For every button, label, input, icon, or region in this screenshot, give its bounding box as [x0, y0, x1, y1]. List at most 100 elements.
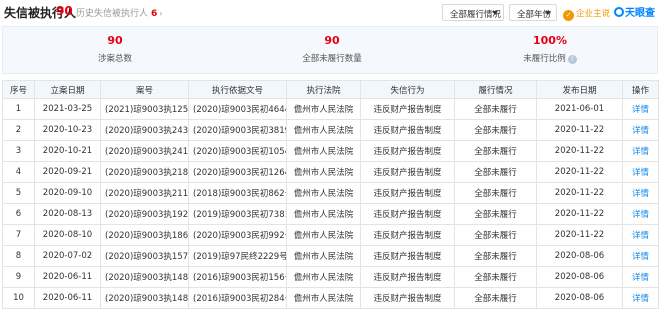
stat-unfulfilled-ratio: 100% 未履行比例? [475, 34, 625, 64]
table-row: 22020-10-23(2020)琼9003执2436号(2020)琼9003民… [2, 119, 659, 141]
cell-filing-date: 2020-08-10 [34, 224, 101, 246]
cell-publish-date: 2020-08-06 [536, 245, 623, 267]
enterprise-service-link[interactable]: ✓ 企业主说 [563, 4, 610, 21]
cell-publish-date: 2020-11-22 [536, 182, 623, 204]
cell-fulfillment: 全部未履行 [454, 98, 537, 120]
cell-dishonest-behavior: 违反财产报告制度 [360, 203, 455, 225]
cell-basis-document: (2020)琼9003民初1264号 [188, 161, 287, 183]
column-header-fulfillment: 履行情况 [454, 80, 537, 99]
stat-total-cases: 90 涉案总数 [40, 34, 190, 64]
cell-court: 儋州市人民法院 [286, 224, 361, 246]
help-icon[interactable]: ? [567, 55, 577, 64]
cell-court: 儋州市人民法院 [286, 161, 361, 183]
cell-filing-date: 2020-09-21 [34, 161, 101, 183]
cell-dishonest-behavior: 违反财产报告制度 [360, 182, 455, 204]
cell-dishonest-behavior: 违反财产报告制度 [360, 98, 455, 120]
cell-case-number: (2020)琼9003执1925号 [100, 203, 189, 225]
cell-court: 儋州市人民法院 [286, 140, 361, 162]
cell-dishonest-behavior: 违反财产报告制度 [360, 119, 455, 141]
cell-index: 2 [2, 119, 35, 141]
cell-court: 儋州市人民法院 [286, 203, 361, 225]
fulfillment-status-select[interactable]: 全部履行情况 [442, 4, 504, 21]
cell-dishonest-behavior: 违反财产报告制度 [360, 224, 455, 246]
cell-publish-date: 2020-11-22 [536, 203, 623, 225]
column-header-court: 执行法院 [286, 80, 361, 99]
detail-link[interactable]: 详情 [622, 98, 659, 120]
cell-basis-document: (2018)琼9003民初862号 [188, 182, 287, 204]
cell-fulfillment: 全部未履行 [454, 119, 537, 141]
cell-court: 儋州市人民法院 [286, 182, 361, 204]
table-row: 32020-10-21(2020)琼9003执2416号(2020)琼9003民… [2, 140, 659, 162]
detail-link[interactable]: 详情 [622, 182, 659, 204]
detail-link[interactable]: 详情 [622, 161, 659, 183]
table-row: 72020-08-10(2020)琼9003执1865号(2020)琼9003民… [2, 224, 659, 246]
cell-court: 儋州市人民法院 [286, 119, 361, 141]
page-header: 失信被执行人 90 历史失信被执行人 6 › 全部履行情况 全部年份 ✓ 企业主说 天… [0, 0, 660, 24]
cell-basis-document: (2016)琼9003民初156号 [188, 266, 287, 288]
cell-index: 1 [2, 98, 35, 120]
cell-court: 儋州市人民法院 [286, 98, 361, 120]
logo-eye-icon [614, 7, 624, 17]
detail-link[interactable]: 详情 [622, 224, 659, 246]
cell-publish-date: 2020-11-22 [536, 119, 623, 141]
table-row: 92020-06-11(2020)琼9003执1480号(2016)琼9003民… [2, 266, 659, 288]
cell-fulfillment: 全部未履行 [454, 161, 537, 183]
table-header-row: 序号 立案日期 案号 执行依据文号 执行法院 失信行为 履行情况 发布日期 操作 [2, 80, 659, 99]
cell-filing-date: 2020-06-11 [34, 287, 101, 309]
detail-link[interactable]: 详情 [622, 245, 659, 267]
table-row: 82020-07-02(2020)琼9003执1579号(2019)琼97民终2… [2, 245, 659, 267]
table-row: 62020-08-13(2020)琼9003执1925号(2019)琼9003民… [2, 203, 659, 225]
cell-publish-date: 2020-08-06 [536, 287, 623, 309]
cell-fulfillment: 全部未履行 [454, 182, 537, 204]
detail-link[interactable]: 详情 [622, 119, 659, 141]
chevron-right-icon: › [159, 9, 163, 18]
cell-court: 儋州市人民法院 [286, 287, 361, 309]
cell-publish-date: 2020-11-22 [536, 140, 623, 162]
stat-total-label: 涉案总数 [97, 54, 132, 64]
history-count: 6 [151, 9, 158, 19]
cell-index: 10 [2, 287, 35, 309]
detail-link[interactable]: 详情 [622, 266, 659, 288]
cell-index: 6 [2, 203, 35, 225]
cell-publish-date: 2020-08-06 [536, 266, 623, 288]
cell-court: 儋州市人民法院 [286, 266, 361, 288]
cell-basis-document: (2020)琼9003民初3819号 [188, 119, 287, 141]
cell-fulfillment: 全部未履行 [454, 224, 537, 246]
table-row: 52020-09-10(2020)琼9003执2112号(2018)琼9003民… [2, 182, 659, 204]
column-header-basis-document: 执行依据文号 [188, 80, 287, 99]
cell-filing-date: 2020-10-23 [34, 119, 101, 141]
history-link[interactable]: 历史失信被执行人 6 › [76, 6, 162, 19]
detail-link[interactable]: 详情 [622, 203, 659, 225]
stat-ratio-label-wrap: 未履行比例? [475, 52, 625, 64]
year-select[interactable]: 全部年份 [509, 4, 557, 21]
cell-basis-document: (2020)琼9003民初1054号 [188, 140, 287, 162]
cell-index: 7 [2, 224, 35, 246]
cell-fulfillment: 全部未履行 [454, 140, 537, 162]
column-header-dishonest-behavior: 失信行为 [360, 80, 455, 99]
cell-filing-date: 2020-08-13 [34, 203, 101, 225]
cell-case-number: (2020)琼9003执2416号 [100, 140, 189, 162]
cell-dishonest-behavior: 违反财产报告制度 [360, 161, 455, 183]
detail-link[interactable]: 详情 [622, 287, 659, 309]
cell-case-number: (2020)琼9003执2184号 [100, 161, 189, 183]
caret-down-icon [492, 11, 498, 15]
tianyancha-logo: 天眼查 [614, 4, 655, 19]
cell-fulfillment: 全部未履行 [454, 266, 537, 288]
cell-case-number: (2020)琼9003执1579号 [100, 245, 189, 267]
cell-filing-date: 2020-07-02 [34, 245, 101, 267]
summary-panel: 90 涉案总数 90 全部未履行数量 100% 未履行比例? [2, 26, 658, 74]
column-header-action: 操作 [622, 80, 659, 99]
cell-basis-document: (2019)琼97民终2229号 [188, 245, 287, 267]
cell-dishonest-behavior: 违反财产报告制度 [360, 266, 455, 288]
column-header-filing-date: 立案日期 [34, 80, 101, 99]
stat-ratio-label: 未履行比例 [523, 54, 566, 64]
cell-index: 4 [2, 161, 35, 183]
cell-filing-date: 2020-06-11 [34, 266, 101, 288]
enterprise-badge-icon: ✓ [563, 10, 574, 21]
stat-unfulfilled: 90 全部未履行数量 [257, 34, 407, 64]
column-header-publish-date: 发布日期 [536, 80, 623, 99]
cell-basis-document: (2016)琼9003民初284号 [188, 287, 287, 309]
cell-dishonest-behavior: 违反财产报告制度 [360, 245, 455, 267]
detail-link[interactable]: 详情 [622, 140, 659, 162]
cell-basis-document: (2019)琼9003民初7381号 [188, 203, 287, 225]
